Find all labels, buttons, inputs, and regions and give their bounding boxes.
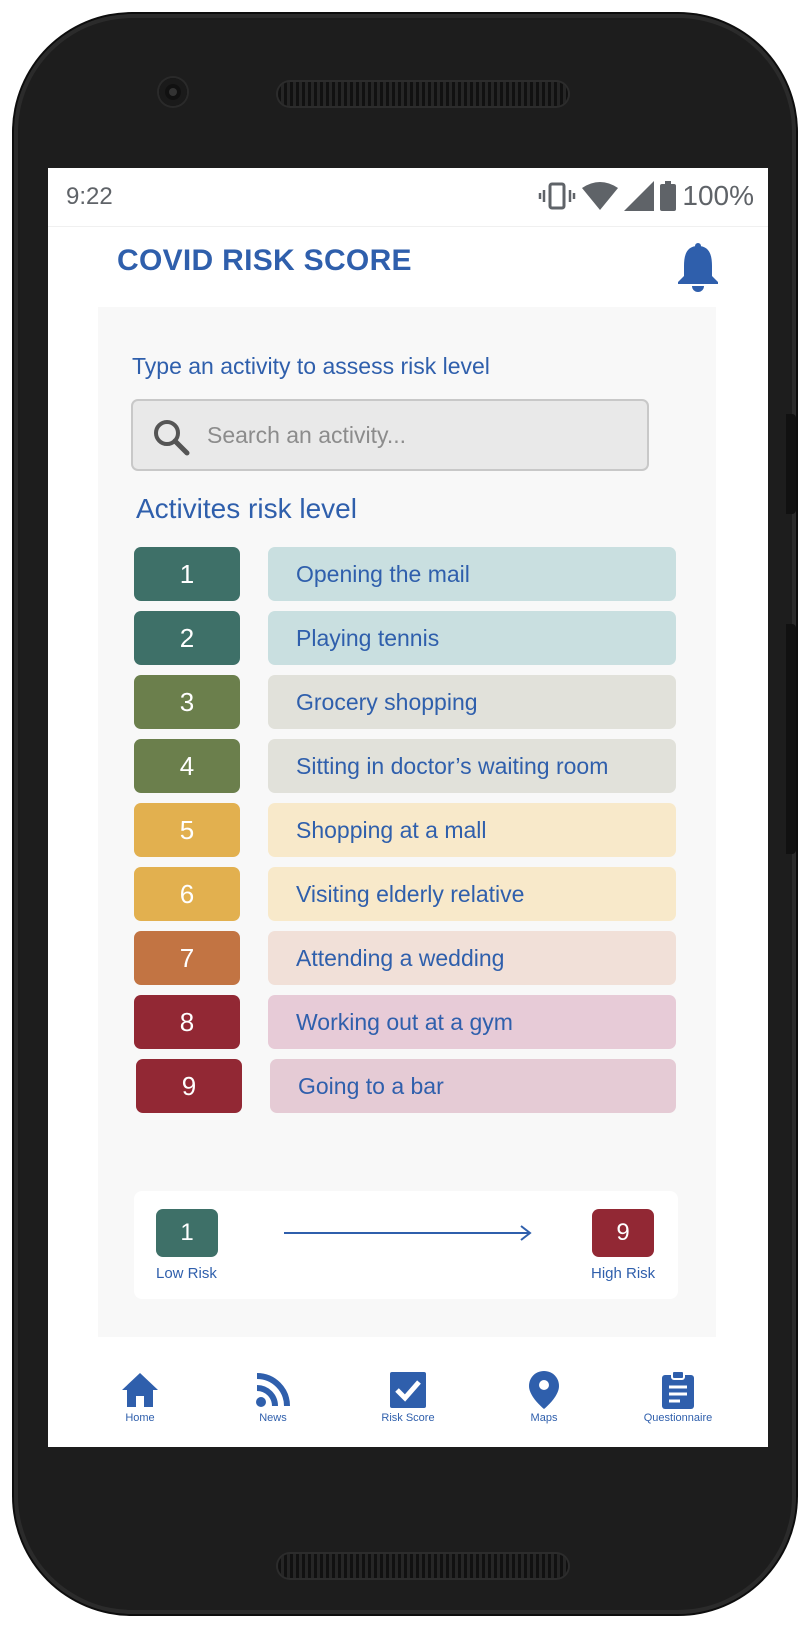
activity-label: Sitting in doctor’s waiting room xyxy=(268,739,676,793)
status-bar: 9:22 100% xyxy=(48,168,768,227)
activity-label: Going to a bar xyxy=(270,1059,676,1113)
activity-label: Opening the mail xyxy=(268,547,676,601)
tab-risk-score[interactable]: Risk Score xyxy=(353,1370,463,1444)
front-camera xyxy=(159,78,187,106)
bottom-speaker xyxy=(278,1554,568,1578)
checkbox-icon xyxy=(390,1372,426,1408)
risk-card: Type an activity to assess risk level Ac… xyxy=(98,307,716,1337)
search-icon xyxy=(154,420,190,456)
risk-level-badge: 2 xyxy=(134,611,240,665)
search-input[interactable] xyxy=(207,401,627,469)
activity-row[interactable]: 8 Working out at a gym xyxy=(134,995,676,1049)
tab-label: Questionnaire xyxy=(643,1412,713,1424)
risk-scale-legend: 1 Low Risk 9 High Risk xyxy=(134,1191,678,1299)
bottom-tab-bar: Home News Risk Score Maps Questionnaire xyxy=(48,1366,768,1447)
risk-level-badge: 6 xyxy=(134,867,240,921)
activity-row[interactable]: 2 Playing tennis xyxy=(134,611,676,665)
activity-row[interactable]: 5 Shopping at a mall xyxy=(134,803,676,857)
notification-bell-icon[interactable] xyxy=(676,242,720,292)
low-risk-label: Low Risk xyxy=(156,1265,217,1282)
clipboard-icon xyxy=(662,1370,694,1409)
search-prompt: Type an activity to assess risk level xyxy=(132,353,490,379)
status-time: 9:22 xyxy=(66,183,113,210)
arrow-right-icon xyxy=(284,1225,532,1241)
risk-level-badge: 4 xyxy=(134,739,240,793)
risk-level-badge: 8 xyxy=(134,995,240,1049)
tab-home[interactable]: Home xyxy=(85,1370,195,1444)
risk-level-badge: 1 xyxy=(134,547,240,601)
rss-icon xyxy=(256,1373,290,1407)
high-risk-badge: 9 xyxy=(592,1209,654,1257)
activity-row[interactable]: 4 Sitting in doctor’s waiting room xyxy=(134,739,676,793)
activity-row[interactable]: 1 Opening the mail xyxy=(134,547,676,601)
volume-button xyxy=(786,414,796,514)
activity-label: Working out at a gym xyxy=(268,995,676,1049)
risk-level-badge: 9 xyxy=(136,1059,242,1113)
search-box[interactable] xyxy=(131,399,649,471)
tab-label: News xyxy=(259,1412,287,1424)
activity-row[interactable]: 6 Visiting elderly relative xyxy=(134,867,676,921)
home-icon xyxy=(122,1373,158,1407)
low-risk-badge: 1 xyxy=(156,1209,218,1257)
risk-level-badge: 3 xyxy=(134,675,240,729)
risk-level-badge: 7 xyxy=(134,931,240,985)
vibrate-icon xyxy=(539,182,576,210)
earpiece-speaker xyxy=(278,82,568,106)
activity-row[interactable]: 7 Attending a wedding xyxy=(134,931,676,985)
activity-label: Shopping at a mall xyxy=(268,803,676,857)
activity-label: Playing tennis xyxy=(268,611,676,665)
activity-label: Attending a wedding xyxy=(268,931,676,985)
risk-level-badge: 5 xyxy=(134,803,240,857)
activities-title: Activites risk level xyxy=(136,493,357,524)
tab-questionnaire[interactable]: Questionnaire xyxy=(623,1370,733,1444)
page-title: COVID RISK SCORE xyxy=(117,244,412,277)
status-icons: 100% xyxy=(538,180,754,212)
tab-maps[interactable]: Maps xyxy=(489,1370,599,1444)
tab-label: Risk Score xyxy=(381,1412,435,1424)
battery-percent: 100% xyxy=(682,180,754,211)
app-screen: 9:22 100% COVID RISK SCORE Type an activ… xyxy=(48,168,768,1447)
tab-news[interactable]: News xyxy=(218,1370,328,1444)
cell-signal-icon xyxy=(624,181,655,211)
map-pin-icon xyxy=(529,1371,559,1409)
high-risk-label: High Risk xyxy=(591,1265,656,1282)
activity-row[interactable]: 3 Grocery shopping xyxy=(134,675,676,729)
tab-label: Maps xyxy=(530,1412,558,1424)
wifi-icon xyxy=(582,182,619,210)
battery-icon xyxy=(660,181,677,211)
activity-row[interactable]: 9 Going to a bar xyxy=(136,1059,678,1113)
power-button xyxy=(786,624,796,854)
activity-label: Grocery shopping xyxy=(268,675,676,729)
activity-label: Visiting elderly relative xyxy=(268,867,676,921)
tab-label: Home xyxy=(125,1412,155,1424)
app-header: COVID RISK SCORE xyxy=(48,226,768,306)
